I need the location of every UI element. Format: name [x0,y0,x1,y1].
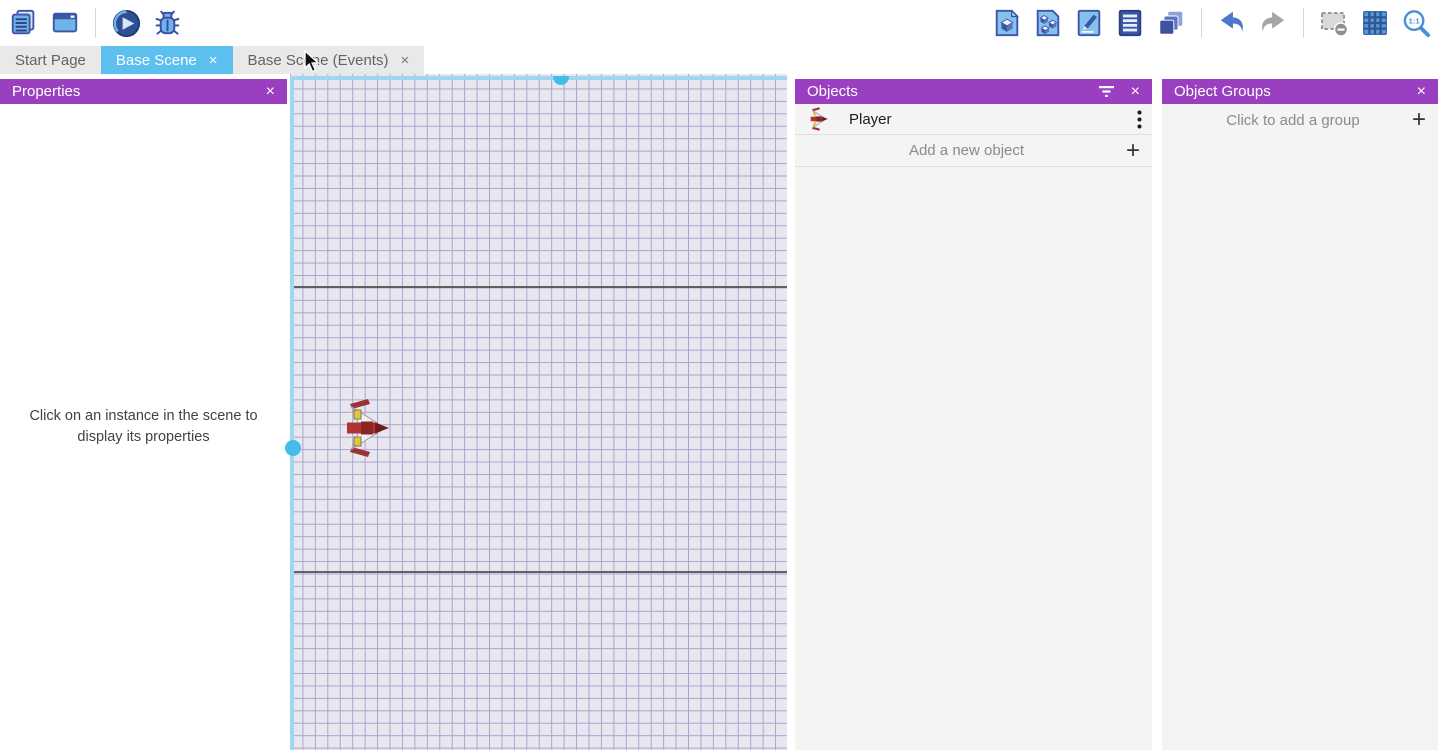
open-objects-editor-button[interactable] [991,7,1023,39]
object-groups-editor-icon [1033,8,1063,38]
start-page-window-icon [50,8,80,38]
toolbar-separator [95,8,96,38]
tab-label: Base Scene [116,52,197,69]
add-object-label: Add a new object [807,142,1126,159]
toggle-window-mask-button[interactable] [1318,7,1350,39]
toolbar-left-group [8,7,183,39]
open-instances-list-button[interactable] [1114,7,1146,39]
scene-vscrollbar-track[interactable] [290,76,294,750]
properties-empty-message: Click on an instance in the scene to dis… [11,406,276,447]
add-group-label: Click to add a group [1174,112,1412,129]
properties-panel: Properties × Click on an instance in the… [0,74,287,750]
object-groups-panel-body: Click to add a group + [1162,104,1438,750]
tab-start-page[interactable]: Start Page [0,46,101,74]
game-window-border-top [290,286,787,288]
tab-base-scene[interactable]: Base Scene × [101,46,233,74]
scene-hscrollbar-track[interactable] [290,76,787,80]
gdevelop-scene-editor: 1:1 Start Page Base Scene × Base Scene (… [0,0,1440,750]
main-toolbar: 1:1 [0,0,1440,46]
toolbar-separator [1201,8,1202,38]
player-instance-sprite[interactable] [341,396,389,460]
object-name-label: Player [849,111,1137,128]
preview-play-icon [111,8,142,39]
editor-tabbar: Start Page Base Scene × Base Scene (Even… [0,46,1440,74]
properties-editor-icon [1074,8,1104,38]
close-icon[interactable]: × [266,83,275,101]
grid-icon [1360,8,1390,38]
close-icon[interactable]: × [1417,83,1426,101]
open-layers-editor-button[interactable] [1155,7,1187,39]
tab-label: Start Page [15,52,86,69]
close-icon[interactable]: × [1131,83,1140,101]
zoom-button[interactable]: 1:1 [1400,7,1432,39]
object-groups-panel-header: Object Groups × [1162,79,1438,104]
object-groups-panel: Object Groups × Click to add a group + [1162,74,1438,750]
tab-base-scene-events[interactable]: Base Scene (Events) × [233,46,425,74]
zoom-level-label: 1:1 [1408,16,1420,25]
tab-close-icon[interactable]: × [400,53,409,68]
open-properties-panel-button[interactable] [1073,7,1105,39]
objects-editor-icon [992,8,1022,38]
undo-button[interactable] [1216,7,1248,39]
project-manager-button[interactable] [8,7,40,39]
properties-panel-header: Properties × [0,79,287,104]
start-page-window-button[interactable] [49,7,81,39]
undo-icon [1217,8,1247,38]
player-object-thumbnail [805,106,831,132]
plus-icon[interactable]: + [1412,108,1426,132]
properties-panel-body: Click on an instance in the scene to dis… [0,104,287,750]
open-object-groups-editor-button[interactable] [1032,7,1064,39]
object-menu-kebab-icon[interactable] [1137,110,1142,129]
preview-button[interactable] [110,7,142,39]
layers-editor-icon [1156,8,1186,38]
player-plane-icon [807,106,829,132]
instances-list-icon [1115,8,1145,38]
game-window-border-bottom [290,571,787,573]
zoom-icon: 1:1 [1401,8,1432,39]
object-groups-panel-title: Object Groups [1174,83,1401,100]
debugger-bug-icon [152,8,183,39]
objects-panel-header: Objects × [795,79,1152,104]
redo-button[interactable] [1257,7,1289,39]
window-mask-icon [1318,7,1350,39]
add-group-row[interactable]: Click to add a group + [1162,104,1438,136]
tab-close-icon[interactable]: × [209,53,218,68]
toolbar-right-group: 1:1 [991,7,1432,39]
project-manager-icon [9,8,39,38]
object-list-item-player[interactable]: Player [795,104,1152,135]
objects-panel: Objects × [795,74,1152,750]
redo-icon [1258,8,1288,38]
toggle-grid-button[interactable] [1359,7,1391,39]
plus-icon[interactable]: + [1126,139,1140,163]
add-object-row[interactable]: Add a new object + [795,135,1152,167]
debugger-button[interactable] [151,7,183,39]
toolbar-separator [1303,8,1304,38]
objects-panel-title: Objects [807,83,1098,100]
scene-hscrollbar-thumb[interactable] [553,76,569,85]
scene-canvas[interactable] [290,74,787,750]
objects-panel-body: Player Add a new object + [795,104,1152,750]
properties-panel-title: Properties [12,83,250,100]
tab-label: Base Scene (Events) [248,52,389,69]
scene-vscrollbar-thumb[interactable] [285,440,301,456]
filter-icon[interactable] [1098,85,1115,98]
